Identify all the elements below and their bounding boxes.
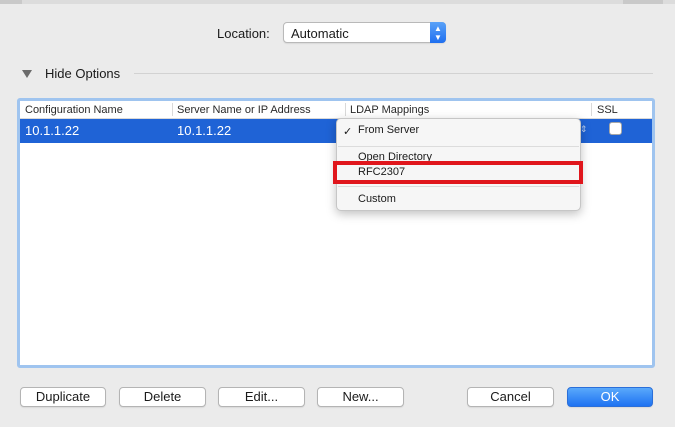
ok-button[interactable]: OK — [567, 387, 653, 407]
location-select-value: Automatic — [291, 26, 349, 41]
column-header-ldap-mappings[interactable]: LDAP Mappings — [350, 102, 429, 118]
location-select[interactable]: Automatic ▲ ▼ — [283, 22, 446, 43]
cell-config-name[interactable]: 10.1.1.22 — [25, 123, 79, 138]
checkmark-icon: ✓ — [343, 126, 353, 138]
column-separator — [172, 103, 173, 116]
menu-item-custom[interactable]: Custom — [358, 193, 396, 205]
column-header-ssl[interactable]: SSL — [597, 102, 618, 118]
location-label: Location: — [217, 26, 270, 41]
delete-button[interactable]: Delete — [119, 387, 206, 407]
options-divider — [134, 73, 653, 74]
hide-options-label[interactable]: Hide Options — [45, 66, 120, 81]
chevron-updown-icon: ▲ ▼ — [430, 22, 446, 43]
menu-separator — [338, 146, 579, 147]
chevron-updown-icon[interactable]: ⇕ — [580, 124, 588, 135]
new-button[interactable]: New... — [317, 387, 404, 407]
cancel-button[interactable]: Cancel — [467, 387, 554, 407]
menu-item-from-server[interactable]: From Server — [358, 124, 419, 136]
column-separator — [345, 103, 346, 116]
ssl-checkbox[interactable] — [609, 122, 622, 135]
annotation-highlight-box — [333, 161, 583, 184]
window-edge-right — [623, 0, 663, 4]
column-header-server[interactable]: Server Name or IP Address — [177, 102, 311, 118]
column-separator — [591, 103, 592, 116]
menu-separator — [338, 186, 579, 187]
cell-server[interactable]: 10.1.1.22 — [177, 123, 231, 138]
table-header: Configuration Name Server Name or IP Add… — [20, 101, 652, 119]
disclosure-triangle-icon[interactable] — [21, 68, 33, 80]
edit-button[interactable]: Edit... — [218, 387, 305, 407]
window-edge-left — [0, 0, 22, 4]
duplicate-button[interactable]: Duplicate — [20, 387, 106, 407]
column-header-config-name[interactable]: Configuration Name — [25, 102, 123, 118]
window-top-strip — [0, 0, 675, 4]
